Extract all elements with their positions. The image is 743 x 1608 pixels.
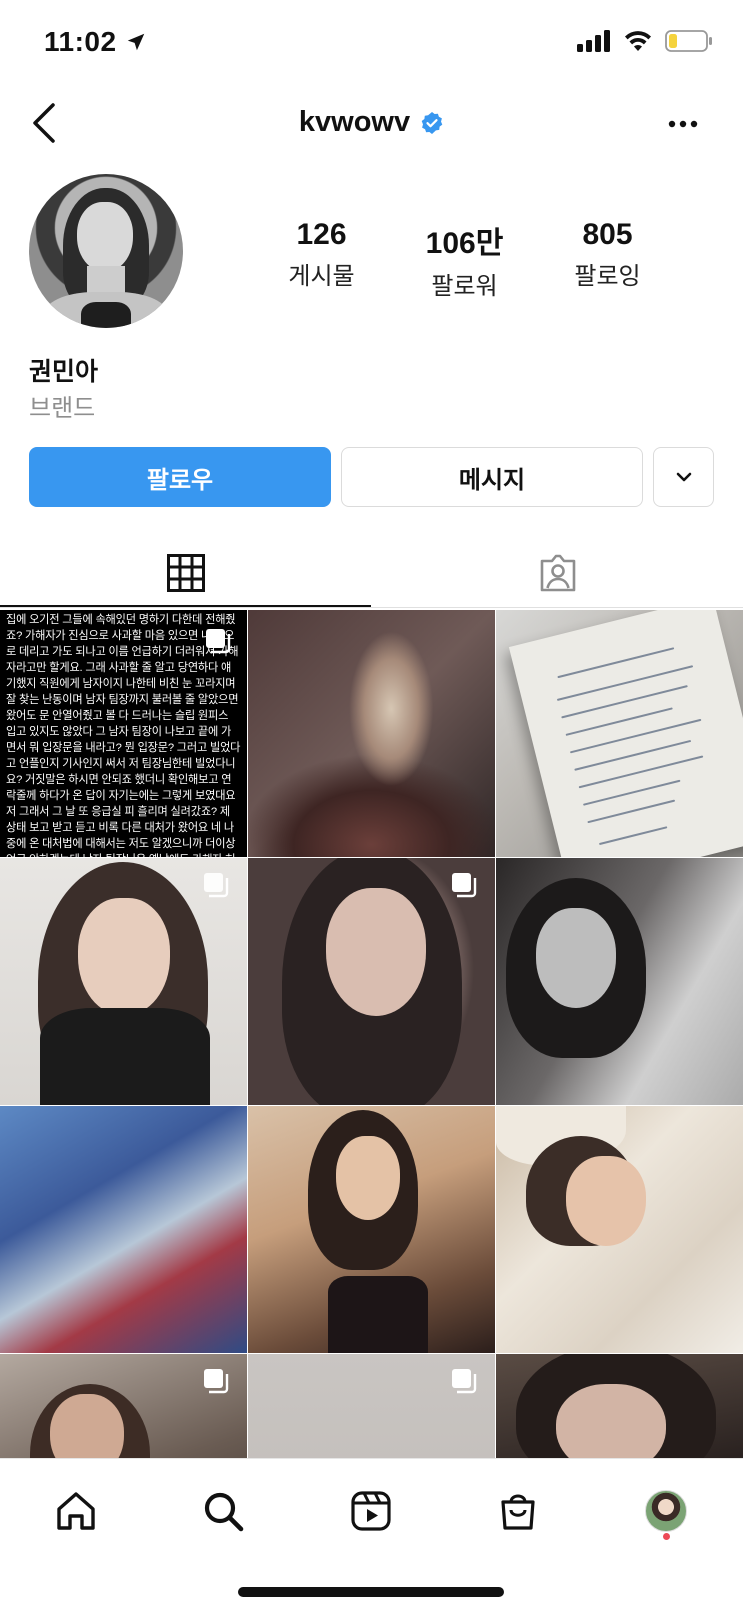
- chevron-down-icon: [676, 472, 691, 482]
- clock-text: 11:02: [44, 26, 117, 57]
- reels-icon: [351, 1491, 391, 1531]
- stat-posts-label: 게시물: [288, 263, 355, 290]
- post-text-notice[interactable]: 집에 오기전 그들에 속해있던 명하기 다한데 전해줬죠? 가해자가 진심으로 …: [0, 610, 247, 857]
- location-arrow-icon: [127, 33, 144, 51]
- nav-shop[interactable]: [488, 1481, 548, 1541]
- profile-tabs: [0, 538, 743, 608]
- tab-grid[interactable]: [0, 538, 371, 608]
- suggested-accounts-button[interactable]: [653, 447, 714, 507]
- post-white-hat[interactable]: [496, 1106, 743, 1353]
- home-indicator: [238, 1587, 504, 1597]
- floral-face: [336, 1136, 400, 1220]
- bottom-navigation: [0, 1458, 743, 1608]
- avatar-top: [81, 302, 131, 328]
- portrait-lace-top: [40, 1008, 210, 1105]
- floral-dress: [328, 1276, 428, 1353]
- reclining-face: [50, 1394, 124, 1458]
- profile-stats: 126 게시물 106만 팔로워 805 팔로잉: [250, 218, 720, 301]
- grid-icon: [166, 554, 205, 592]
- more-options-button[interactable]: [663, 110, 703, 138]
- username-title: kvwowv: [0, 106, 743, 139]
- dark-face: [556, 1384, 666, 1458]
- post-selfie[interactable]: [248, 858, 495, 1105]
- shopping-bag-icon: [501, 1494, 535, 1530]
- post-dark-portrait[interactable]: [496, 1354, 743, 1458]
- stat-posts[interactable]: 126 게시물: [250, 218, 393, 301]
- stat-posts-value: 126: [296, 218, 347, 251]
- tagged-person-icon: [540, 554, 575, 592]
- profile-name: 권민아: [29, 358, 99, 386]
- stat-following-value: 805: [582, 218, 633, 251]
- status-time: 11:02: [44, 26, 147, 58]
- profile-header: kvwowv: [0, 88, 743, 160]
- stat-followers-label: 팔로워: [431, 273, 498, 300]
- stat-followers-value: 106만: [425, 227, 504, 260]
- posts-grid: 집에 오기전 그들에 속해있던 명하기 다한데 전해줬죠? 가해자가 진심으로 …: [0, 610, 743, 1458]
- more-horizontal-icon: [668, 120, 698, 128]
- carousel-icon: [204, 873, 229, 898]
- battery-low-icon: [665, 30, 712, 52]
- carousel-icon: [204, 1369, 229, 1394]
- bw-face: [536, 908, 616, 1008]
- profile-avatar-icon: [645, 1490, 687, 1532]
- avatar-face: [77, 202, 133, 272]
- stat-following-label: 팔로잉: [574, 263, 641, 290]
- tabs-divider: [0, 607, 743, 608]
- letter-line: [574, 739, 692, 771]
- signal-bars-icon: [577, 30, 610, 52]
- search-icon: [204, 1492, 244, 1532]
- profile-avatar[interactable]: [29, 174, 183, 328]
- post-painting-figure[interactable]: [248, 610, 495, 857]
- message-button[interactable]: 메시지: [341, 447, 643, 507]
- post-floral-dress[interactable]: [248, 1106, 495, 1353]
- portrait-face: [78, 898, 170, 1016]
- stat-followers[interactable]: 106만 팔로워: [393, 218, 536, 301]
- letter-paper: [508, 610, 743, 857]
- carousel-icon: [452, 1369, 477, 1394]
- post-bw-portrait[interactable]: [496, 858, 743, 1105]
- stat-following[interactable]: 805 팔로잉: [536, 218, 679, 301]
- selfie-face: [326, 888, 426, 1016]
- profile-category: 브랜드: [29, 395, 96, 422]
- nav-reels[interactable]: [341, 1481, 401, 1541]
- username-text: kvwowv: [298, 106, 411, 138]
- letter-line: [569, 718, 702, 753]
- status-bar: 11:02: [0, 0, 743, 88]
- home-icon: [57, 1492, 95, 1530]
- wifi-icon: [625, 31, 651, 51]
- nav-home[interactable]: [46, 1481, 106, 1541]
- post-handwritten-letter[interactable]: [496, 610, 743, 857]
- status-indicators: [577, 30, 713, 52]
- follow-button[interactable]: 팔로우: [29, 447, 331, 507]
- post-portrait-lace[interactable]: [0, 858, 247, 1105]
- verified-badge-icon: [421, 111, 443, 134]
- tab-tagged[interactable]: [372, 538, 743, 608]
- nav-profile[interactable]: [636, 1481, 696, 1541]
- carousel-icon: [206, 629, 231, 654]
- post-reclining[interactable]: [0, 1354, 247, 1458]
- letter-line: [587, 799, 676, 823]
- notification-dot: [663, 1533, 670, 1540]
- hat-face: [566, 1156, 646, 1246]
- letter-line: [598, 826, 668, 845]
- carousel-icon: [452, 873, 477, 898]
- letter-line: [561, 685, 688, 718]
- post-grey[interactable]: [248, 1354, 495, 1458]
- post-blue-painting[interactable]: [0, 1106, 247, 1353]
- nav-search[interactable]: [193, 1481, 253, 1541]
- letter-line: [578, 755, 704, 788]
